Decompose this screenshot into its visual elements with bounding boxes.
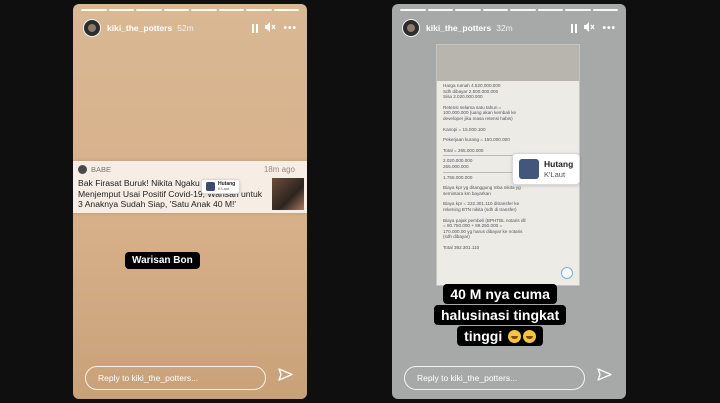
story-caption: 40 M nya cuma halusinasi tingkat tinggi [434, 284, 567, 347]
sticker-icon [519, 159, 539, 179]
news-card: BABE 18m ago Bak Firasat Buruk! Nikita N… [73, 161, 307, 213]
story-header: kiki_the_potters 52m ••• [83, 18, 297, 38]
pause-icon[interactable] [571, 23, 578, 33]
sticker-subtitle: K'Laut [544, 169, 566, 179]
send-icon[interactable] [278, 368, 293, 387]
sticker-icon [206, 182, 215, 191]
source-logo-icon [78, 165, 87, 174]
reply-input[interactable]: Reply to kiki_the_potters... [404, 366, 585, 390]
story-progress-bar [400, 9, 618, 11]
caption-line: 40 M nya cuma [443, 284, 557, 304]
screenshot-header [437, 45, 579, 81]
send-icon[interactable] [597, 368, 612, 387]
sticker-title: Hutang [544, 159, 574, 169]
more-icon[interactable]: ••• [602, 23, 616, 34]
avatar[interactable] [402, 19, 420, 37]
story-progress-bar [81, 9, 299, 11]
laughing-emoji-icon [508, 330, 522, 343]
mute-icon[interactable] [584, 21, 595, 35]
story-header: kiki_the_potters 32m ••• [402, 18, 616, 38]
hutang-sticker[interactable]: Hutang K'Laut [201, 179, 241, 194]
caption-line-with-emoji: tinggi [457, 326, 544, 346]
caption-line: halusinasi tingkat [434, 305, 567, 325]
news-source: BABE [91, 165, 112, 174]
reply-input[interactable]: Reply to kiki_the_potters... [85, 366, 266, 390]
avatar[interactable] [83, 19, 101, 37]
story-caption: Warisan Bon [125, 252, 200, 269]
screenshot-line: Total 392.301.110 [443, 244, 480, 250]
news-time: 18m ago [263, 165, 295, 174]
caption-line: tinggi [464, 328, 503, 344]
username[interactable]: kiki_the_potters [426, 23, 491, 33]
sticker-subtitle: K'Laut [218, 186, 230, 191]
post-time: 52m [177, 23, 194, 33]
laughing-emoji-icon [523, 330, 537, 343]
story-right[interactable]: kiki_the_potters 32m ••• Harga rumah 4.5… [392, 4, 626, 399]
username[interactable]: kiki_the_potters [107, 23, 172, 33]
mute-icon[interactable] [265, 21, 276, 35]
more-icon[interactable]: ••• [283, 23, 297, 34]
news-thumbnail [272, 178, 304, 210]
story-left[interactable]: kiki_the_potters 52m ••• BABE 18m ago Ba… [73, 4, 307, 399]
post-time: 32m [496, 23, 513, 33]
pause-icon[interactable] [252, 23, 259, 33]
check-icon [561, 267, 573, 279]
hutang-sticker[interactable]: Hutang K'Laut [512, 153, 581, 185]
